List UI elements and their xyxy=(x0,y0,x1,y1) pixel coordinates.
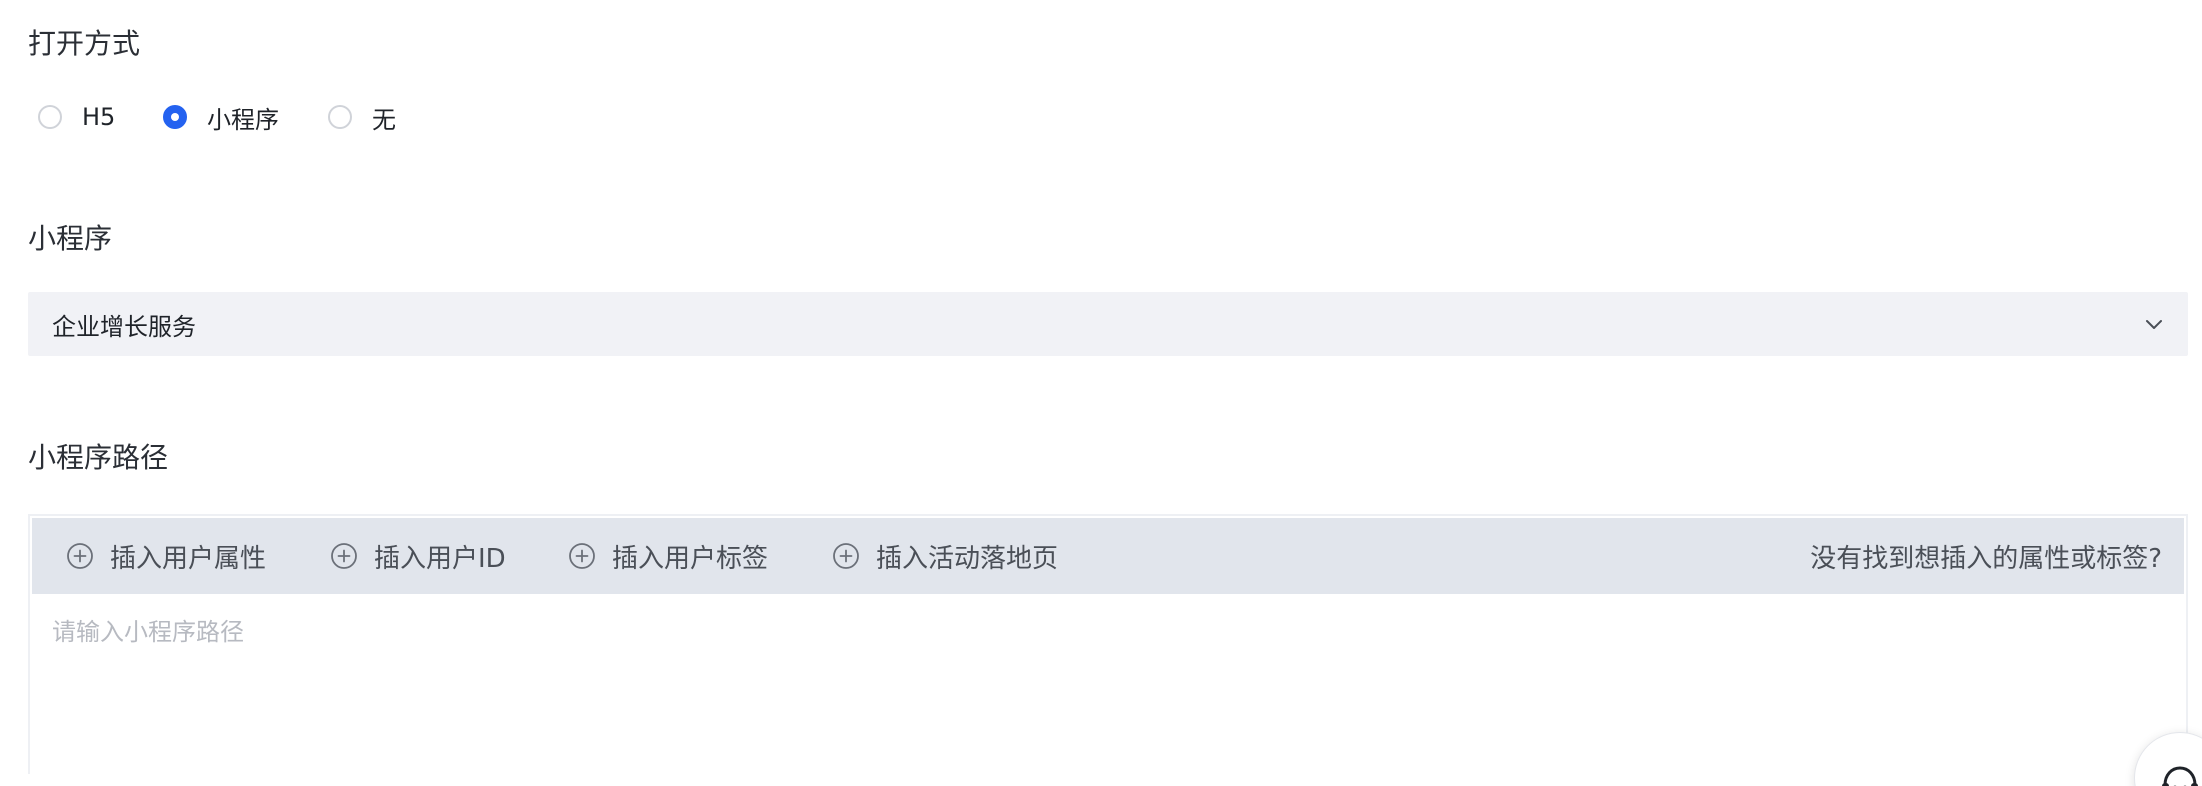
insert-user-attribute-button[interactable]: 插入用户属性 xyxy=(66,518,266,594)
page: 打开方式 H5 小程序 无 小程序 企业增长服务 小程序路径 插入用户属性 插入… xyxy=(0,0,2202,786)
plus-circle-icon xyxy=(331,543,357,569)
plus-circle-icon xyxy=(569,543,595,569)
insert-user-id-button[interactable]: 插入用户ID xyxy=(330,518,506,594)
chevron-down-icon[interactable] xyxy=(2144,314,2164,334)
plus-circle-icon xyxy=(67,543,93,569)
mini-program-path-label: 小程序路径 xyxy=(28,441,169,474)
radio-option-mini-program[interactable]: 小程序 xyxy=(163,100,279,134)
insert-user-tag-button[interactable]: 插入用户标签 xyxy=(568,518,768,594)
mini-program-path-input[interactable] xyxy=(32,594,2184,774)
radio-h5-circle[interactable] xyxy=(38,105,62,129)
open-mode-label: 打开方式 xyxy=(28,27,141,60)
mini-program-path-editor: 插入用户属性 插入用户ID 插入用户标签 插入活动落地页 没有找到想插入的属性或… xyxy=(28,514,2188,774)
radio-mini-program-label: 小程序 xyxy=(207,105,279,134)
insert-toolbar: 插入用户属性 插入用户ID 插入用户标签 插入活动落地页 没有找到想插入的属性或… xyxy=(32,518,2184,594)
mini-program-label: 小程序 xyxy=(28,222,113,255)
radio-none-circle[interactable] xyxy=(328,105,352,129)
missing-attribute-help-link[interactable]: 没有找到想插入的属性或标签? xyxy=(1810,518,2162,594)
mini-program-select-value: 企业增长服务 xyxy=(52,312,196,341)
mini-program-select[interactable]: 企业增长服务 xyxy=(28,292,2188,356)
customer-service-icon xyxy=(2162,766,2198,786)
insert-user-id-label: 插入用户ID xyxy=(374,543,506,574)
insert-user-attribute-label: 插入用户属性 xyxy=(110,543,267,574)
insert-user-tag-label: 插入用户标签 xyxy=(612,543,769,574)
radio-option-h5[interactable]: H5 xyxy=(38,100,115,134)
radio-option-none[interactable]: 无 xyxy=(328,100,396,134)
radio-h5-label: H5 xyxy=(82,103,116,131)
insert-activity-landing-page-label: 插入活动落地页 xyxy=(876,543,1059,574)
insert-activity-landing-page-button[interactable]: 插入活动落地页 xyxy=(832,518,1058,594)
radio-none-label: 无 xyxy=(372,105,396,134)
radio-mini-program-circle[interactable] xyxy=(163,105,187,129)
plus-circle-icon xyxy=(833,543,859,569)
